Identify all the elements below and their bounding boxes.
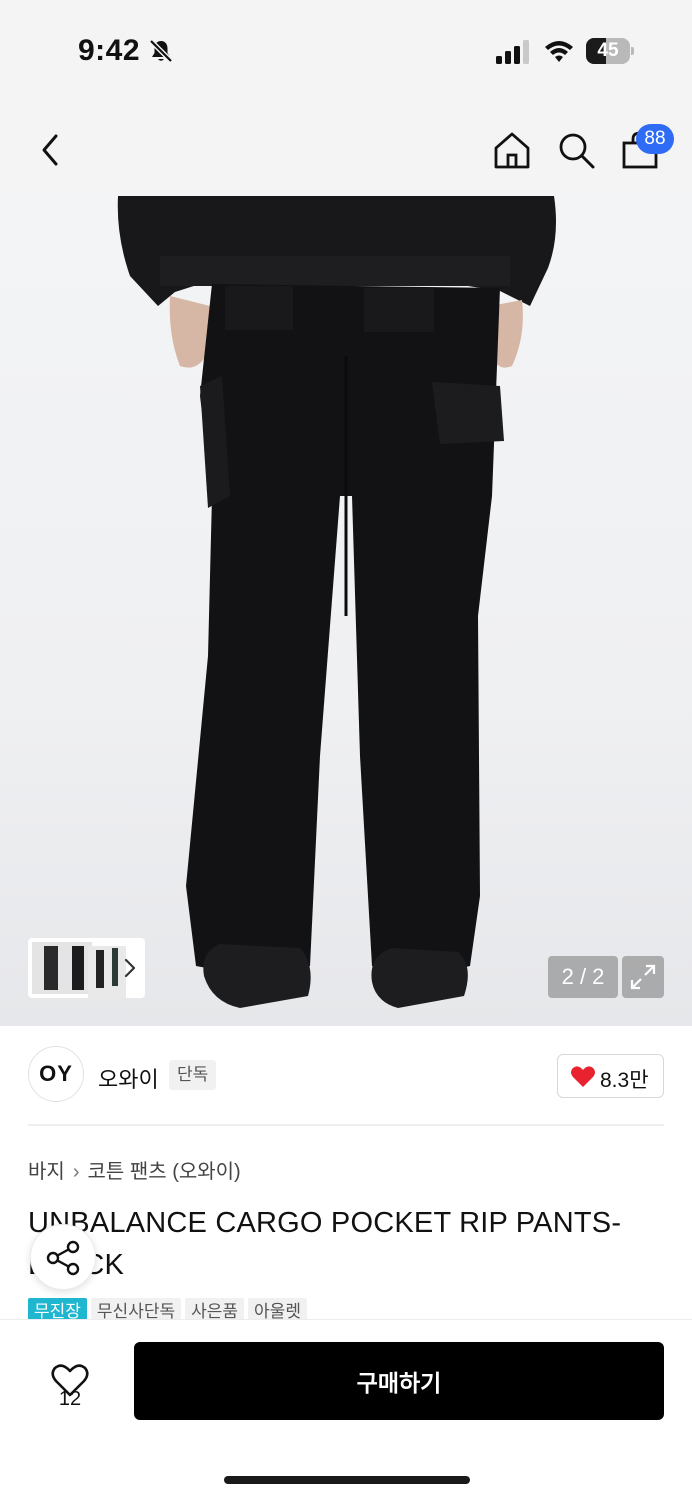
chevron-right-icon [124, 958, 136, 978]
bell-slash-icon [149, 39, 173, 63]
product-detail-page: 9:42 45 88 2 / 2 OY 오와이 단독 8.3만 바지 › 코튼 … [0, 0, 692, 1500]
breadcrumb-subcategory[interactable]: 코튼 팬츠 (오와이) [87, 1161, 240, 1183]
thumbnail-strip[interactable] [28, 938, 145, 998]
bottom-action-bar: 12 구매하기 [0, 1320, 692, 1500]
battery-level: 45 [597, 40, 619, 61]
expand-icon [630, 964, 656, 990]
search-button[interactable] [556, 130, 596, 170]
brand-like-button[interactable]: 8.3만 [557, 1054, 664, 1098]
heart-filled-icon [571, 1066, 595, 1087]
share-icon [46, 1240, 80, 1276]
breadcrumb-category[interactable]: 바지 [28, 1161, 65, 1183]
status-bar: 9:42 45 [0, 0, 692, 100]
exclusive-badge: 단독 [169, 1060, 217, 1090]
buy-button[interactable]: 구매하기 [134, 1342, 664, 1420]
divider [28, 1124, 664, 1126]
product-title: UNBALANCE CARGO POCKET RIP PANTS-BLACK [28, 1207, 622, 1281]
brand-logo[interactable]: OY [28, 1046, 84, 1102]
product-photo [117, 196, 556, 1008]
search-icon [559, 133, 595, 169]
battery-icon: 45 [586, 38, 634, 64]
chevron-left-icon [42, 134, 58, 166]
brand-row[interactable]: OY 오와이 단독 8.3만 [0, 1026, 692, 1126]
breadcrumb: 바지 › 코튼 팬츠 (오와이) [28, 1155, 241, 1184]
home-button[interactable] [492, 130, 532, 170]
product-image-gallery[interactable]: 2 / 2 [0, 196, 692, 1026]
wifi-icon [545, 41, 573, 62]
brand-name[interactable]: 오와이 [98, 1062, 159, 1094]
home-icon [494, 132, 530, 169]
signal-icon [496, 40, 529, 64]
wishlist-count: 12 [58, 1388, 82, 1410]
home-indicator [224, 1476, 470, 1484]
image-counter: 2 / 2 [548, 956, 618, 998]
chevron-right-icon: › [72, 1161, 80, 1183]
cart-count-badge: 88 [636, 124, 674, 154]
status-time: 9:42 [78, 34, 141, 67]
share-button[interactable] [30, 1224, 96, 1290]
back-button[interactable] [34, 130, 66, 170]
brand-like-count: 8.3만 [600, 1069, 649, 1092]
top-nav [0, 100, 692, 196]
expand-button[interactable] [622, 956, 664, 998]
